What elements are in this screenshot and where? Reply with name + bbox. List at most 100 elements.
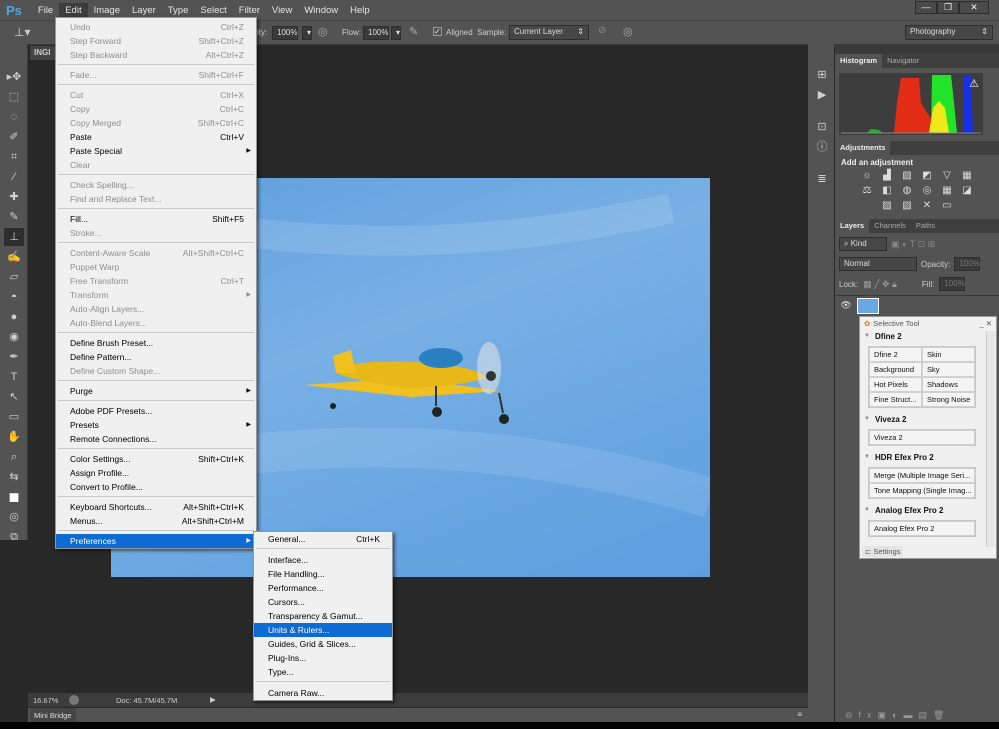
filter-button[interactable]: Dfine 2 bbox=[869, 347, 922, 362]
properties-icon[interactable]: ⊡ bbox=[812, 118, 832, 136]
menu-item-preferences[interactable]: Preferences ▶ bbox=[56, 534, 256, 548]
actions-play-icon[interactable]: ▶ bbox=[812, 86, 832, 104]
menu-item-puppet-warp[interactable]: Puppet Warp bbox=[56, 260, 256, 274]
posterize-adjustment-icon[interactable]: ▨ bbox=[880, 200, 894, 211]
menu-item-performance[interactable]: Performance... bbox=[254, 581, 392, 595]
tab-channels[interactable]: Channels bbox=[869, 219, 911, 233]
flow-field[interactable]: 100% bbox=[363, 26, 389, 40]
filter-button[interactable]: Analog Efex Pro 2 bbox=[869, 521, 975, 536]
menu-item-define-pattern[interactable]: Define Pattern... bbox=[56, 350, 256, 364]
threshold-adjustment-icon[interactable]: ▧ bbox=[900, 200, 914, 211]
selective-color-adjustment-icon[interactable]: ✕ bbox=[920, 200, 934, 211]
blend-mode-select[interactable]: Normal bbox=[839, 257, 917, 271]
section-header[interactable]: Color Efex Pro 4 bbox=[860, 541, 986, 543]
filter-button[interactable]: Strong Noise bbox=[922, 392, 975, 407]
tab-layers[interactable]: Layers bbox=[835, 219, 870, 233]
opacity-field[interactable]: 100% bbox=[272, 26, 298, 40]
quick-select-tool-icon[interactable]: ✐ bbox=[4, 128, 24, 146]
workspace-select[interactable]: Photography ⇕ bbox=[905, 25, 993, 40]
menu-filter[interactable]: Filter bbox=[233, 3, 266, 18]
panel-menu-icon[interactable]: ≡ bbox=[797, 710, 802, 719]
menu-item-presets[interactable]: Presets ▶ bbox=[56, 418, 256, 432]
menu-item-copy-merged[interactable]: Copy Merged Shift+Ctrl+C bbox=[56, 116, 256, 130]
menu-item-clear[interactable]: Clear bbox=[56, 158, 256, 172]
menu-window[interactable]: Window bbox=[298, 3, 344, 18]
menu-item-remote-connections[interactable]: Remote Connections... bbox=[56, 432, 256, 446]
menu-item-undo[interactable]: Undo Ctrl+Z bbox=[56, 20, 256, 34]
history-icon[interactable]: ⊞ bbox=[812, 66, 832, 84]
menu-item-paste-special[interactable]: Paste Special ▶ bbox=[56, 144, 256, 158]
restore-button[interactable]: ❐ bbox=[937, 1, 959, 14]
close-button[interactable]: ✕ bbox=[959, 1, 989, 14]
gradient-map-adjustment-icon[interactable]: ▭ bbox=[940, 200, 954, 211]
airbrush-icon[interactable]: ✎ bbox=[409, 25, 418, 38]
move-tool-icon[interactable]: ▸✥ bbox=[4, 68, 24, 86]
fill-field[interactable]: 100% bbox=[939, 277, 966, 291]
pressure-size-icon[interactable]: ◎ bbox=[623, 25, 633, 38]
color-swatch-tool-icon[interactable]: ■ bbox=[4, 488, 24, 506]
rectangle-tool-icon[interactable]: ▭ bbox=[4, 408, 24, 426]
menu-item-purge[interactable]: Purge ▶ bbox=[56, 384, 256, 398]
screen-mode-tool-icon[interactable]: ⧉ bbox=[4, 528, 24, 546]
menu-item-fade[interactable]: Fade... Shift+Ctrl+F bbox=[56, 68, 256, 82]
filter-button[interactable]: Tone Mapping (Single Imag... bbox=[869, 483, 975, 498]
brightness-adjustment-icon[interactable]: ☼ bbox=[860, 170, 874, 181]
menu-item-define-custom-shape[interactable]: Define Custom Shape... bbox=[56, 364, 256, 378]
menu-item-fill[interactable]: Fill... Shift+F5 bbox=[56, 212, 256, 226]
mini-bridge-tab[interactable]: Mini Bridge bbox=[30, 708, 76, 722]
menu-select[interactable]: Select bbox=[194, 3, 232, 18]
clone-source-icon[interactable]: ≣ bbox=[812, 170, 832, 188]
opacity-dropdown[interactable]: ▾ bbox=[302, 26, 312, 40]
menu-item-type[interactable]: Type... bbox=[254, 665, 392, 679]
settings-button[interactable]: ⊏ Settings bbox=[862, 546, 904, 557]
status-menu-arrow[interactable]: ▶ bbox=[210, 695, 216, 704]
lock-icons[interactable]: ▦ ╱ ✥ 🔒︎ bbox=[863, 279, 897, 290]
menu-item-units-rulers[interactable]: Units & Rulers... bbox=[254, 623, 392, 637]
filter-button[interactable]: Merge (Multiple Image Seri... bbox=[869, 468, 975, 483]
curves-adjustment-icon[interactable]: ▨ bbox=[900, 170, 914, 181]
filter-button[interactable]: Hot Pixels bbox=[869, 377, 922, 392]
layer-filter-kind[interactable]: ⌕ Kind bbox=[839, 237, 887, 251]
crop-tool-icon[interactable]: ⌗ bbox=[4, 148, 24, 166]
ignore-adjustment-layers-icon[interactable]: ⊘ bbox=[598, 25, 606, 36]
blur-tool-icon[interactable]: ● bbox=[4, 308, 24, 326]
tab-navigator[interactable]: Navigator bbox=[882, 54, 924, 68]
filter-button[interactable]: Viveza 2 bbox=[869, 430, 975, 445]
brush-tool-icon[interactable]: ✎ bbox=[4, 208, 24, 226]
info-icon[interactable]: ⓘ bbox=[812, 138, 832, 156]
black-white-adjustment-icon[interactable]: ◧ bbox=[880, 185, 894, 196]
section-header[interactable]: Viveza 2 bbox=[860, 412, 986, 427]
flow-dropdown[interactable]: ▾ bbox=[391, 26, 401, 40]
menu-item-stroke[interactable]: Stroke... bbox=[56, 226, 256, 240]
dodge-tool-icon[interactable]: ◉ bbox=[4, 328, 24, 346]
aligned-checkbox[interactable]: ✓ bbox=[433, 27, 442, 36]
photo-filter-adjustment-icon[interactable]: ◍ bbox=[900, 185, 914, 196]
section-header[interactable]: Analog Efex Pro 2 bbox=[860, 503, 986, 518]
menu-item-paste[interactable]: Paste Ctrl+V bbox=[56, 130, 256, 144]
menu-item-content-aware-scale[interactable]: Content-Aware Scale Alt+Shift+Ctrl+C bbox=[56, 246, 256, 260]
path-select-tool-icon[interactable]: ↖ bbox=[4, 388, 24, 406]
filter-button[interactable]: Sky bbox=[922, 362, 975, 377]
layer-opacity-field[interactable]: 100% bbox=[954, 257, 981, 271]
healing-tool-icon[interactable]: ✚ bbox=[4, 188, 24, 206]
menu-item-plug-ins[interactable]: Plug-Ins... bbox=[254, 651, 392, 665]
menu-item-general[interactable]: General... Ctrl+K bbox=[254, 532, 392, 546]
zoom-tool-icon[interactable]: ⌕ bbox=[4, 448, 24, 466]
filter-button[interactable]: Shadows bbox=[922, 377, 975, 392]
channel-mixer-adjustment-icon[interactable]: ◎ bbox=[920, 185, 934, 196]
menu-item-auto-align-layers[interactable]: Auto-Align Layers... bbox=[56, 302, 256, 316]
clone-stamp-preset-icon[interactable]: ⊥▾ bbox=[14, 25, 30, 39]
menu-item-convert-to-profile[interactable]: Convert to Profile... bbox=[56, 480, 256, 494]
menu-help[interactable]: Help bbox=[344, 3, 376, 18]
menu-item-color-settings[interactable]: Color Settings... Shift+Ctrl+K bbox=[56, 452, 256, 466]
menu-file[interactable]: File bbox=[32, 3, 59, 18]
menu-item-cut[interactable]: Cut Ctrl+X bbox=[56, 88, 256, 102]
menu-item-transform[interactable]: Transform ▶ bbox=[56, 288, 256, 302]
menu-item-step-forward[interactable]: Step Forward Shift+Ctrl+Z bbox=[56, 34, 256, 48]
history-brush-tool-icon[interactable]: ✍ bbox=[4, 248, 24, 266]
paint-bucket-tool-icon[interactable]: ◓ bbox=[4, 288, 24, 306]
vibrance-adjustment-icon[interactable]: ▽ bbox=[940, 170, 954, 181]
menu-item-transparency-gamut[interactable]: Transparency & Gamut... bbox=[254, 609, 392, 623]
menu-item-file-handling[interactable]: File Handling... bbox=[254, 567, 392, 581]
layer-row-background[interactable]: 👁︎ bbox=[835, 295, 999, 315]
